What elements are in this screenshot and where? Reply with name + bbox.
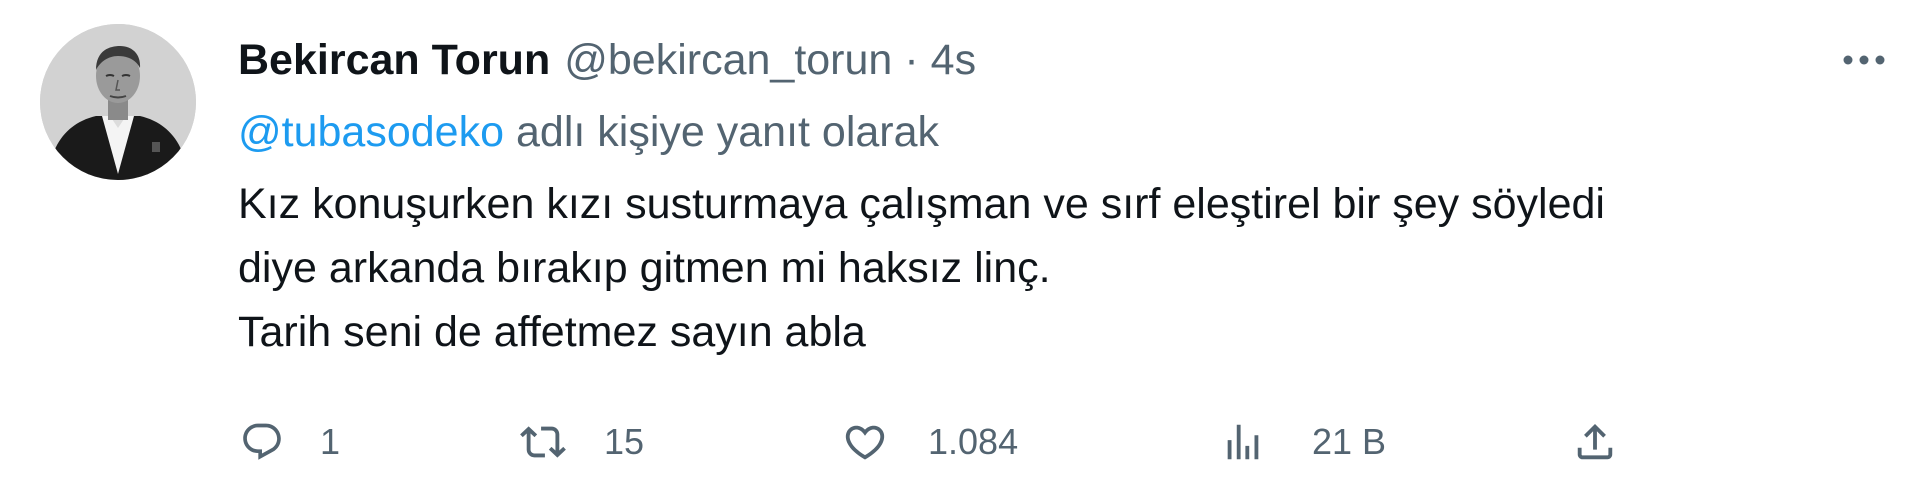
avatar-portrait-image xyxy=(40,24,196,180)
more-options-button[interactable] xyxy=(1836,40,1892,80)
author-name[interactable]: Bekircan Torun xyxy=(238,36,550,85)
like-button[interactable]: 1.084 xyxy=(842,410,1018,474)
avatar[interactable] xyxy=(40,24,196,180)
header-separator: · xyxy=(904,35,919,84)
views-button[interactable]: 21 B xyxy=(1220,410,1386,474)
like-count: 1.084 xyxy=(928,421,1019,462)
reply-context-label: adlı kişiye yanıt olarak xyxy=(516,107,940,156)
share-button[interactable] xyxy=(1572,410,1618,474)
tweet-text-line: Kız konuşurken kızı susturmaya çalışman … xyxy=(238,180,1605,228)
heart-icon xyxy=(845,425,885,460)
author-handle[interactable]: @bekircan_torun xyxy=(564,36,892,85)
retweet-button[interactable]: 15 xyxy=(520,410,644,474)
tweet-header: Bekircan Torun @bekircan_torun · 4s xyxy=(238,28,976,92)
reply-count: 1 xyxy=(320,421,341,462)
retweet-icon xyxy=(520,426,566,458)
tweet-text-line: diye arkanda bırakıp gitmen mi haksız li… xyxy=(238,244,1051,292)
views-count: 21 B xyxy=(1312,421,1387,462)
reply-context: @tubasodeko adlı kişiye yanıt olarak xyxy=(238,100,939,164)
reply-mention-link[interactable]: @tubasodeko xyxy=(238,108,504,157)
share-icon xyxy=(1577,423,1613,460)
views-icon xyxy=(1227,424,1259,460)
reply-icon xyxy=(243,423,281,460)
reply-button[interactable]: 1 xyxy=(240,410,340,474)
retweet-count: 15 xyxy=(604,421,645,462)
more-options-icon xyxy=(1843,55,1885,65)
tweet-timestamp[interactable]: 4s xyxy=(931,36,976,85)
tweet-text: Kız konuşurken kızı susturmaya çalışman … xyxy=(238,172,1858,364)
tweet-card: Bekircan Torun @bekircan_torun · 4s @tub… xyxy=(0,0,1920,491)
tweet-actions-bar: 1 15 1.084 21 B xyxy=(0,410,1920,474)
tweet-text-line: Tarih seni de affetmez sayın abla xyxy=(238,308,866,356)
